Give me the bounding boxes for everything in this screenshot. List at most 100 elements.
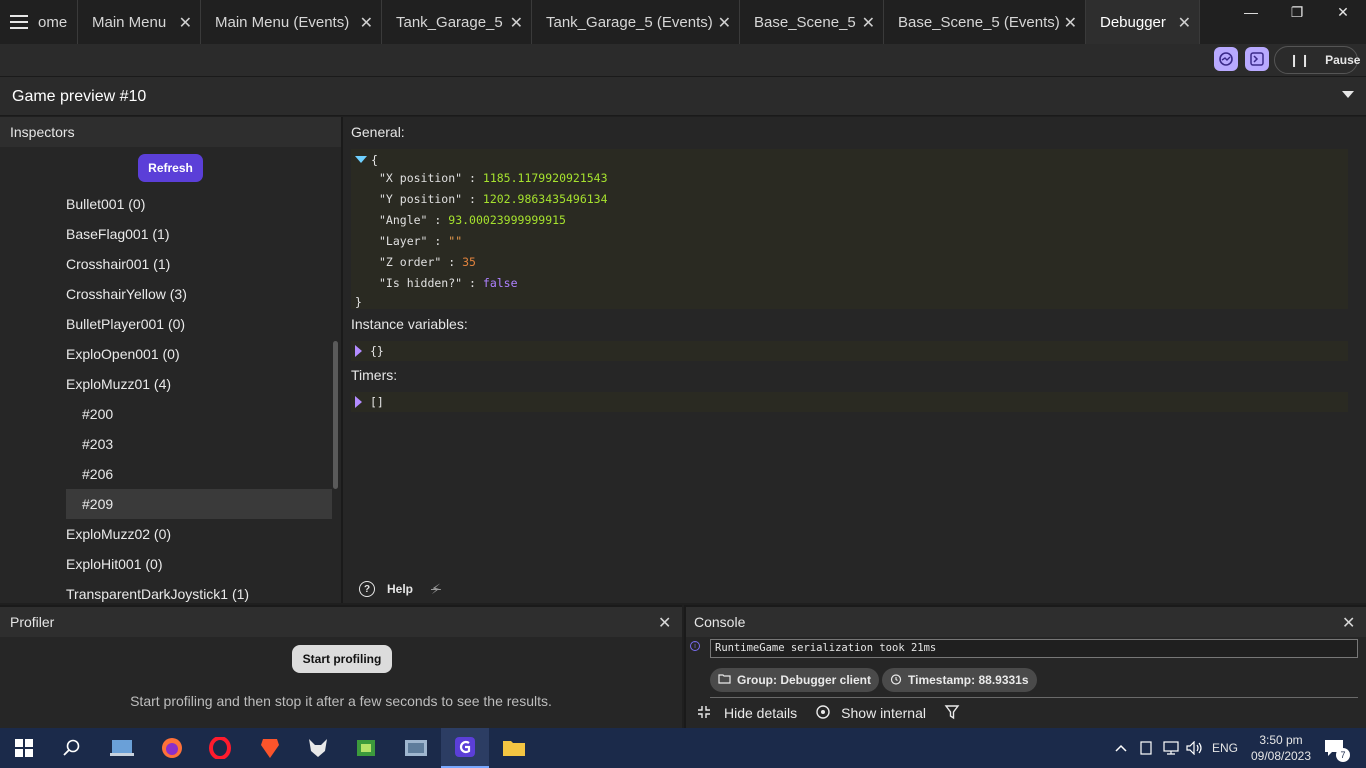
instance-variables-viewer[interactable]: {} xyxy=(351,341,1348,361)
group-label: Group: Debugger client xyxy=(737,673,872,687)
tab-base-scene-5[interactable]: Base_Scene_5 ✕ xyxy=(740,0,884,44)
tab-home[interactable]: ome xyxy=(38,0,78,44)
tree-child-item[interactable]: #203 xyxy=(66,429,332,459)
tablet-icon[interactable] xyxy=(1140,728,1152,768)
refresh-button[interactable]: Refresh xyxy=(138,154,203,182)
language-indicator[interactable]: ENG xyxy=(1212,728,1238,768)
flash-off-icon[interactable]: ⚡ xyxy=(431,581,441,598)
chevron-down-icon[interactable] xyxy=(1342,91,1354,98)
json-field: "Is hidden?" : false xyxy=(379,275,518,290)
firefox-icon[interactable] xyxy=(148,728,196,768)
json-field: "Y position" : 1202.9863435496134 xyxy=(379,191,608,206)
group-chip[interactable]: Group: Debugger client xyxy=(710,668,880,692)
help-link[interactable]: Help xyxy=(387,582,413,596)
close-icon[interactable]: ✕ xyxy=(1342,613,1355,633)
tree-item[interactable]: Bullet001 (0) xyxy=(66,189,332,219)
network-icon[interactable] xyxy=(1162,728,1180,768)
media-app-icon[interactable] xyxy=(392,728,440,768)
tree-child-item[interactable]: #200 xyxy=(66,399,332,429)
preview-selector[interactable]: Game preview #10 xyxy=(0,76,1366,116)
computer-app-icon[interactable] xyxy=(98,728,146,768)
tree-item-label: #206 xyxy=(82,466,114,482)
volume-icon[interactable] xyxy=(1186,728,1204,768)
tree-item[interactable]: ExploMuzz01 (4) xyxy=(66,369,332,399)
close-icon[interactable]: ✕ xyxy=(1064,13,1077,33)
filter-icon[interactable] xyxy=(944,704,960,723)
tree-item-label: #203 xyxy=(82,436,114,452)
tree-item[interactable]: TransparentDarkJoystick1 (1) xyxy=(66,579,332,603)
help-icon[interactable]: ? xyxy=(359,581,375,597)
close-icon[interactable]: ✕ xyxy=(718,13,731,33)
clock-time: 3:50 pm xyxy=(1259,733,1303,747)
profiler-header: Profiler ✕ xyxy=(0,607,682,637)
hamburger-menu-icon[interactable] xyxy=(0,0,38,44)
tab-tank-garage-5[interactable]: Tank_Garage_5 ✕ xyxy=(382,0,532,44)
json-close-brace: } xyxy=(355,294,362,309)
tree-item[interactable]: ExploMuzz02 (0) xyxy=(66,519,332,549)
console-toggle-icon[interactable] xyxy=(1245,47,1269,71)
tab-debugger[interactable]: Debugger ✕ xyxy=(1086,0,1200,44)
opera-icon[interactable] xyxy=(196,728,244,768)
tab-main-menu-events[interactable]: Main Menu (Events) ✕ xyxy=(201,0,382,44)
start-profiling-button[interactable]: Start profiling xyxy=(292,645,392,673)
scrollbar-thumb[interactable] xyxy=(333,341,338,489)
tree-item[interactable]: BulletPlayer001 (0) xyxy=(66,309,332,339)
tab-label: Tank_Garage_5 (Events) xyxy=(546,13,713,31)
console-actions: Hide details Show internal xyxy=(696,703,960,723)
tree-child-item-selected[interactable]: #209 xyxy=(66,489,332,519)
windows-start-icon[interactable] xyxy=(0,728,48,768)
console-log-entry[interactable]: RuntimeGame serialization took 21ms xyxy=(710,639,1358,658)
brave-icon[interactable] xyxy=(246,728,294,768)
clock[interactable]: 3:50 pm 09/08/2023 xyxy=(1250,728,1312,768)
show-internal-button[interactable]: Show internal xyxy=(841,705,926,721)
tree-item[interactable]: ExploOpen001 (0) xyxy=(66,339,332,369)
window-close-button[interactable]: ✕ xyxy=(1320,0,1366,24)
tree-item-label: Bullet001 (0) xyxy=(66,196,146,212)
hide-details-button[interactable]: Hide details xyxy=(724,705,797,721)
pause-icon: ❙❙ xyxy=(1289,53,1312,67)
tree-item[interactable]: CrosshairYellow (3) xyxy=(66,279,332,309)
tree-item-label: ExploMuzz01 (4) xyxy=(66,376,172,392)
tree-item-label: CrosshairYellow (3) xyxy=(66,286,187,302)
file-explorer-icon[interactable] xyxy=(490,728,538,768)
inspector-details-panel: General: { "X position" : 1185.117992092… xyxy=(343,117,1366,603)
timestamp-chip[interactable]: Timestamp: 88.9331s xyxy=(882,668,1037,692)
inspectors-title: Inspectors xyxy=(10,124,75,140)
tree-item-label: BaseFlag001 (1) xyxy=(66,226,170,242)
tab-label: Tank_Garage_5 xyxy=(396,13,503,31)
tab-tank-garage-5-events[interactable]: Tank_Garage_5 (Events) ✕ xyxy=(532,0,740,44)
close-icon[interactable]: ✕ xyxy=(658,613,671,633)
tree-item-label: #200 xyxy=(82,406,114,422)
close-icon[interactable]: ✕ xyxy=(179,13,192,33)
tree-child-item[interactable]: #206 xyxy=(66,459,332,489)
close-icon[interactable]: ✕ xyxy=(862,13,875,33)
tray-chevron-up-icon[interactable] xyxy=(1114,728,1128,768)
tab-main-menu[interactable]: Main Menu ✕ xyxy=(78,0,201,44)
expand-triangle-icon[interactable] xyxy=(355,396,362,408)
close-icon[interactable]: ✕ xyxy=(1178,13,1191,33)
close-icon[interactable]: ✕ xyxy=(510,13,523,33)
info-icon: i xyxy=(690,641,700,651)
profiler-toggle-icon[interactable] xyxy=(1214,47,1238,71)
game-app-icon[interactable] xyxy=(342,728,390,768)
pause-button[interactable]: ❙❙ Pause xyxy=(1274,46,1360,74)
collapse-icon[interactable] xyxy=(696,704,712,723)
window-minimize-button[interactable]: — xyxy=(1228,0,1274,24)
collapse-triangle-icon[interactable] xyxy=(355,156,367,163)
debugger-toolbar: ❙❙ Pause xyxy=(0,44,1366,76)
expand-triangle-icon[interactable] xyxy=(355,345,362,357)
tree-item[interactable]: BaseFlag001 (1) xyxy=(66,219,332,249)
gdevelop-icon[interactable] xyxy=(441,728,489,768)
tree-item[interactable]: Crosshair001 (1) xyxy=(66,249,332,279)
eye-icon[interactable] xyxy=(815,704,831,723)
window-restore-button[interactable]: ❐ xyxy=(1274,0,1320,24)
timers-viewer[interactable]: [] xyxy=(351,392,1348,412)
tree-item[interactable]: ExploHit001 (0) xyxy=(66,549,332,579)
json-open-brace[interactable]: { xyxy=(355,149,378,170)
tree-item-label: ExploOpen001 (0) xyxy=(66,346,180,362)
tab-base-scene-5-events[interactable]: Base_Scene_5 (Events) ✕ xyxy=(884,0,1086,44)
close-icon[interactable]: ✕ xyxy=(360,13,373,33)
search-icon[interactable] xyxy=(48,728,96,768)
librewolf-icon[interactable] xyxy=(294,728,342,768)
notifications-icon[interactable]: 7 xyxy=(1324,728,1350,768)
